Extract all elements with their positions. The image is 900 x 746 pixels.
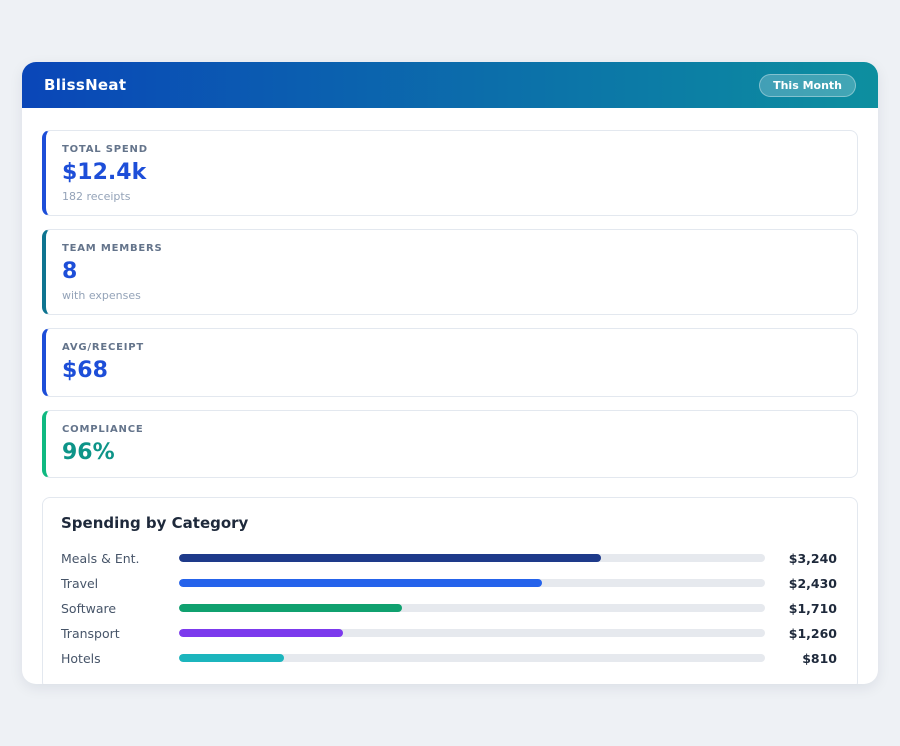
category-label: Transport bbox=[59, 626, 179, 641]
stat-value: $68 bbox=[62, 359, 841, 383]
stat-card-compliance: COMPLIANCE 96% bbox=[42, 410, 858, 478]
bar-track bbox=[179, 604, 765, 612]
bar-fill-hotels bbox=[179, 654, 284, 662]
bar-fill-software bbox=[179, 604, 402, 612]
expense-dashboard-window: BlissNeat This Month TOTAL SPEND $12.4k … bbox=[22, 62, 878, 684]
category-value: $1,260 bbox=[765, 626, 837, 641]
stat-card-total-spend: TOTAL SPEND $12.4k 182 receipts bbox=[42, 130, 858, 216]
bar-fill-transport bbox=[179, 629, 343, 637]
spending-by-category-card: Spending by Category Meals & Ent. $3,240… bbox=[42, 497, 858, 684]
bar-track bbox=[179, 629, 765, 637]
stat-label: AVG/RECEIPT bbox=[62, 342, 841, 353]
category-label: Meals & Ent. bbox=[59, 551, 179, 566]
category-label: Software bbox=[59, 601, 179, 616]
bar-fill-travel bbox=[179, 579, 542, 587]
category-row-hotels: Hotels $810 bbox=[59, 646, 837, 671]
category-row-travel: Travel $2,430 bbox=[59, 571, 837, 596]
category-row-transport: Transport $1,260 bbox=[59, 621, 837, 646]
category-value: $810 bbox=[765, 651, 837, 666]
stat-label: COMPLIANCE bbox=[62, 424, 841, 435]
stat-subtext: 182 receipts bbox=[62, 190, 841, 203]
stat-value: $12.4k bbox=[62, 161, 841, 185]
bar-track bbox=[179, 654, 765, 662]
category-value: $2,430 bbox=[765, 576, 837, 591]
category-row-meals: Meals & Ent. $3,240 bbox=[59, 546, 837, 571]
stat-card-avg-receipt: AVG/RECEIPT $68 bbox=[42, 328, 858, 396]
bar-fill-meals bbox=[179, 554, 601, 562]
stat-label: TOTAL SPEND bbox=[62, 144, 841, 155]
stat-subtext: with expenses bbox=[62, 289, 841, 302]
app-header: BlissNeat This Month bbox=[22, 62, 878, 108]
stat-value: 8 bbox=[62, 260, 841, 284]
category-value: $1,710 bbox=[765, 601, 837, 616]
app-title: BlissNeat bbox=[44, 76, 126, 94]
bar-track bbox=[179, 554, 765, 562]
category-row-software: Software $1,710 bbox=[59, 596, 837, 621]
chart-title: Spending by Category bbox=[59, 514, 837, 532]
category-label: Hotels bbox=[59, 651, 179, 666]
period-filter-badge[interactable]: This Month bbox=[759, 74, 856, 97]
stat-label: TEAM MEMBERS bbox=[62, 243, 841, 254]
category-label: Travel bbox=[59, 576, 179, 591]
bar-track bbox=[179, 579, 765, 587]
stat-card-team-members: TEAM MEMBERS 8 with expenses bbox=[42, 229, 858, 315]
category-value: $3,240 bbox=[765, 551, 837, 566]
dashboard-content: TOTAL SPEND $12.4k 182 receipts TEAM MEM… bbox=[22, 108, 878, 684]
stat-value: 96% bbox=[62, 441, 841, 465]
